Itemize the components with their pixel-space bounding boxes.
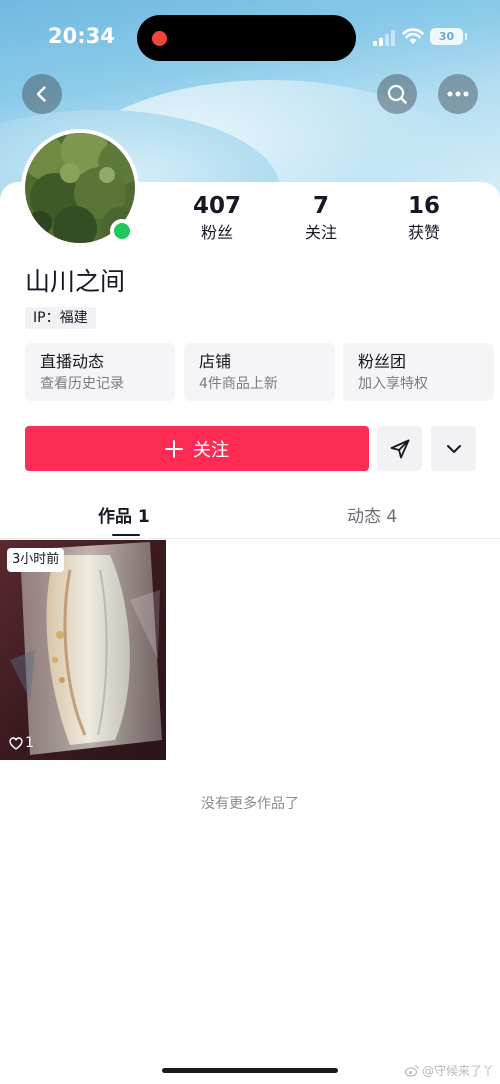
chevron-left-icon <box>36 86 46 102</box>
dynamic-island <box>137 15 356 61</box>
fish-image <box>0 540 166 760</box>
status-bar: 20:34 30 <box>0 0 500 70</box>
profile-name: 山川之间 <box>25 267 126 296</box>
card-fan-club[interactable]: 粉丝团 加入享特权 <box>343 343 494 401</box>
home-indicator[interactable] <box>162 1068 338 1073</box>
tab-moments[interactable]: 动态 4 <box>347 502 397 527</box>
time-ago-badge: 3小时前 <box>7 548 65 572</box>
expand-button[interactable] <box>431 426 476 471</box>
watermark: @守候来了丫 <box>405 1062 494 1079</box>
stat-label: 关注 <box>304 223 337 242</box>
follow-button[interactable]: 关注 <box>25 426 369 471</box>
weibo-logo-icon <box>405 1064 419 1077</box>
tab-works[interactable]: 作品 1 <box>98 502 150 527</box>
search-button[interactable] <box>377 74 417 114</box>
stat-label: 粉丝 <box>200 223 233 242</box>
send-icon <box>390 439 409 458</box>
card-subtitle: 4件商品上新 <box>199 376 278 392</box>
more-dots-icon <box>447 91 469 97</box>
tab-active-indicator <box>112 534 140 536</box>
card-title: 直播动态 <box>40 352 105 371</box>
plus-icon <box>165 439 183 458</box>
follow-label: 关注 <box>193 439 229 461</box>
online-status-dot <box>110 219 134 243</box>
stat-value: 7 <box>312 193 329 219</box>
recording-indicator-icon <box>152 31 167 46</box>
search-icon <box>387 84 407 104</box>
stat-fans[interactable]: 407 粉丝 <box>172 192 262 244</box>
stat-likes[interactable]: 16 获赞 <box>379 192 469 244</box>
heart-icon <box>9 736 23 750</box>
card-title: 店铺 <box>199 352 232 371</box>
work-thumbnail[interactable]: 3小时前 1 <box>0 540 166 760</box>
watermark-text: @守候来了丫 <box>422 1064 495 1078</box>
status-time: 20:34 <box>48 24 115 48</box>
wifi-icon <box>402 28 424 44</box>
stat-value: 16 <box>407 193 440 219</box>
card-shop[interactable]: 店铺 4件商品上新 <box>184 343 335 401</box>
no-more-works-text: 没有更多作品了 <box>201 796 299 812</box>
stat-label: 获赞 <box>407 223 440 242</box>
like-count-value: 1 <box>25 735 34 751</box>
battery-icon: 30 <box>430 28 467 45</box>
signal-icon <box>373 30 395 46</box>
stat-value: 407 <box>192 193 241 219</box>
more-button[interactable] <box>438 74 478 114</box>
card-subtitle: 查看历史记录 <box>40 376 124 392</box>
card-subtitle: 加入享特权 <box>358 376 428 392</box>
like-count: 1 <box>9 735 34 751</box>
tab-divider <box>0 538 500 539</box>
chevron-down-icon <box>446 444 461 453</box>
share-button[interactable] <box>377 426 422 471</box>
card-live-history[interactable]: 直播动态 查看历史记录 <box>25 343 175 401</box>
card-title: 粉丝团 <box>358 352 407 371</box>
back-button[interactable] <box>22 74 62 114</box>
stat-following[interactable]: 7 关注 <box>276 192 366 244</box>
ip-location-tag: IP：福建 <box>25 307 96 329</box>
